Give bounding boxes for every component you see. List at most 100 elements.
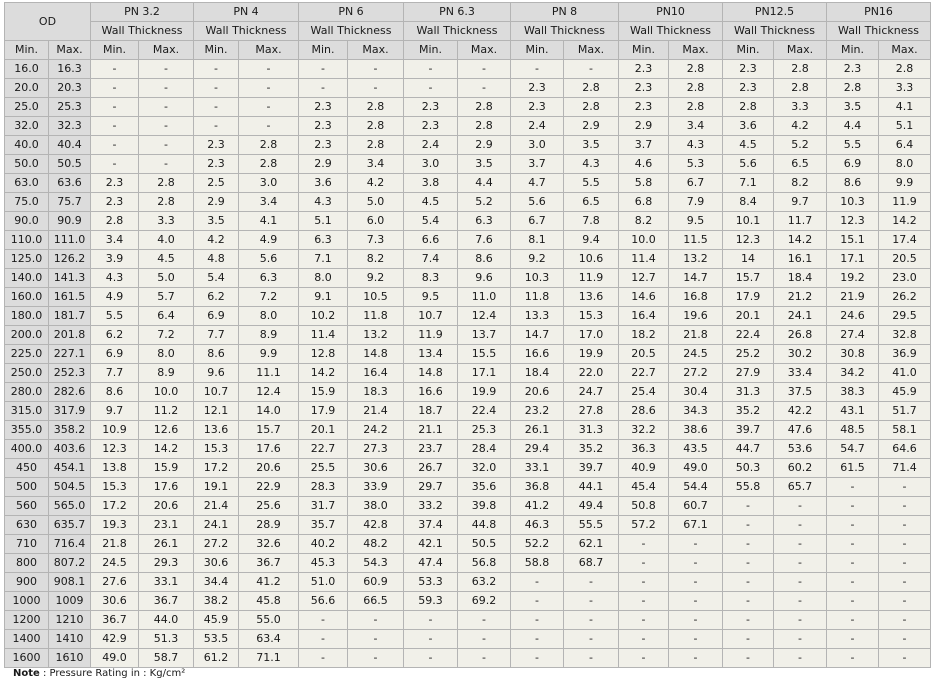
- wall-thickness-header: Wall Thickness: [618, 21, 723, 41]
- od-min-cell: 50.0: [4, 154, 49, 174]
- wall-thickness-max-cell: 16.4: [347, 363, 404, 383]
- wall-thickness-min-cell: 6.9: [826, 154, 879, 174]
- wall-thickness-min-cell: 19.2: [826, 268, 879, 288]
- wall-thickness-min-cell: 5.5: [826, 135, 879, 155]
- wall-thickness-min-cell: 2.4: [510, 116, 564, 136]
- wall-thickness-max-cell: 5.2: [773, 135, 827, 155]
- od-max-cell: 111.0: [48, 230, 91, 250]
- wall-thickness-min-cell: 6.9: [90, 344, 139, 364]
- wall-thickness-max-cell: 9.7: [773, 192, 827, 212]
- wall-thickness-min-cell: 20.6: [510, 382, 564, 402]
- wall-thickness-min-cell: 2.3: [618, 59, 669, 79]
- wall-thickness-max-cell: 13.6: [563, 287, 619, 307]
- wall-thickness-max-cell: 11.9: [563, 268, 619, 288]
- wall-thickness-max-cell: -: [457, 59, 511, 79]
- wall-thickness-min-cell: -: [298, 59, 348, 79]
- wall-thickness-max-cell: 5.6: [238, 249, 299, 269]
- wall-thickness-min-cell: 14.6: [618, 287, 669, 307]
- wall-thickness-max-cell: 8.6: [457, 249, 511, 269]
- wall-thickness-max-cell: 3.5: [457, 154, 511, 174]
- wall-thickness-max-cell: 2.8: [878, 59, 931, 79]
- wall-thickness-max-cell: -: [457, 610, 511, 630]
- wall-thickness-min-cell: 30.6: [193, 553, 239, 573]
- wall-thickness-max-cell: 19.9: [457, 382, 511, 402]
- wall-thickness-max-cell: 9.9: [238, 344, 299, 364]
- od-min-cell: 180.0: [4, 306, 49, 326]
- wall-thickness-max-cell: 60.2: [773, 458, 827, 478]
- od-max-cell: 504.5: [48, 477, 91, 497]
- wall-thickness-min-cell: 34.4: [193, 572, 239, 592]
- wall-thickness-min-cell: 57.2: [618, 515, 669, 535]
- wall-thickness-max-cell: -: [878, 515, 931, 535]
- wall-thickness-min-cell: 7.1: [298, 249, 348, 269]
- wall-thickness-min-cell: 13.3: [510, 306, 564, 326]
- wall-thickness-min-cell: 45.3: [298, 553, 348, 573]
- wall-thickness-max-cell: 15.9: [138, 458, 194, 478]
- wall-thickness-max-cell: 8.0: [138, 344, 194, 364]
- wall-thickness-min-cell: 19.3: [90, 515, 139, 535]
- wall-thickness-max-cell: 20.5: [878, 249, 931, 269]
- wall-thickness-min-cell: -: [510, 610, 564, 630]
- wall-thickness-min-cell: 14: [722, 249, 774, 269]
- wall-thickness-max-cell: 5.7: [138, 287, 194, 307]
- wall-thickness-min-cell: 32.2: [618, 420, 669, 440]
- wall-thickness-min-cell: -: [722, 610, 774, 630]
- wall-thickness-min-cell: 37.4: [403, 515, 458, 535]
- wall-thickness-min-cell: 10.0: [618, 230, 669, 250]
- wall-thickness-max-cell: 6.5: [773, 154, 827, 174]
- wall-thickness-min-cell: 53.3: [403, 572, 458, 592]
- wall-thickness-max-cell: 30.2: [773, 344, 827, 364]
- wall-thickness-header: Wall Thickness: [826, 21, 931, 41]
- wall-thickness-max-cell: 38.0: [347, 496, 404, 516]
- od-max-cell: 63.6: [48, 173, 91, 193]
- wall-thickness-min-cell: 24.6: [826, 306, 879, 326]
- wall-thickness-min-cell: 6.2: [193, 287, 239, 307]
- wall-thickness-max-cell: 43.5: [668, 439, 723, 459]
- wall-thickness-min-cell: 25.4: [618, 382, 669, 402]
- wall-thickness-max-cell: 27.8: [563, 401, 619, 421]
- wall-thickness-max-cell: -: [563, 59, 619, 79]
- wall-thickness-min-cell: 29.4: [510, 439, 564, 459]
- wall-thickness-min-cell: 15.3: [193, 439, 239, 459]
- wall-thickness-max-cell: 60.7: [668, 496, 723, 516]
- wall-thickness-max-cell: 11.1: [238, 363, 299, 383]
- header-row-wall-thickness: Wall Thickness Wall Thickness Wall Thickne…: [5, 21, 931, 41]
- wall-thickness-min-cell: 3.6: [298, 173, 348, 193]
- wall-thickness-max-cell: -: [563, 629, 619, 649]
- wall-thickness-max-cell: 63.4: [238, 629, 299, 649]
- wall-thickness-min-cell: 35.2: [722, 401, 774, 421]
- wall-thickness-max-cell: 13.2: [347, 325, 404, 345]
- wall-thickness-min-cell: 8.6: [193, 344, 239, 364]
- wall-thickness-min-cell: -: [722, 591, 774, 611]
- wall-thickness-max-cell: -: [238, 116, 299, 136]
- od-min-cell: 900: [4, 572, 49, 592]
- wall-thickness-min-cell: 4.5: [403, 192, 458, 212]
- od-min-cell: 560: [4, 496, 49, 516]
- wall-thickness-min-cell: 7.1: [722, 173, 774, 193]
- table-row: 450 454.1 13.8 15.9 17.2 20.6 25.5 30.6 26.7 32.0…: [4, 458, 931, 478]
- pressure-class-header: PN12.5: [722, 2, 827, 22]
- wall-thickness-min-cell: 27.2: [193, 534, 239, 554]
- wall-thickness-min-cell: 10.3: [510, 268, 564, 288]
- wall-thickness-max-cell: 34.3: [668, 401, 723, 421]
- wall-thickness-max-cell: 39.8: [457, 496, 511, 516]
- wall-thickness-min-cell: 12.8: [298, 344, 348, 364]
- wall-thickness-max-cell: 2.9: [457, 135, 511, 155]
- wall-thickness-max-cell: -: [773, 496, 827, 516]
- od-max-cell: 403.6: [48, 439, 91, 459]
- wall-thickness-table: OD PN 3.2 PN 4 PN 6 PN 6.3 PN 8 PN10 PN12.5 PN16…: [4, 2, 931, 668]
- wall-thickness-max-cell: 2.8: [457, 97, 511, 117]
- wall-thickness-max-cell: 2.8: [347, 116, 404, 136]
- wall-thickness-min-cell: 6.9: [193, 306, 239, 326]
- wall-thickness-max-cell: 44.0: [138, 610, 194, 630]
- wall-thickness-min-cell: 51.0: [298, 572, 348, 592]
- wall-thickness-min-cell: 4.3: [90, 268, 139, 288]
- wall-thickness-min-cell: 5.6: [722, 154, 774, 174]
- wall-thickness-min-cell: 14.7: [510, 325, 564, 345]
- od-min-cell: 315.0: [4, 401, 49, 421]
- wall-thickness-max-cell: 9.5: [668, 211, 723, 231]
- od-max-cell: 317.9: [48, 401, 91, 421]
- table-row: 1600 1610 49.0 58.7 61.2 71.1- - - - - - - - - - - -: [4, 648, 931, 668]
- min-header: Min.: [618, 40, 669, 60]
- wall-thickness-max-cell: 68.7: [563, 553, 619, 573]
